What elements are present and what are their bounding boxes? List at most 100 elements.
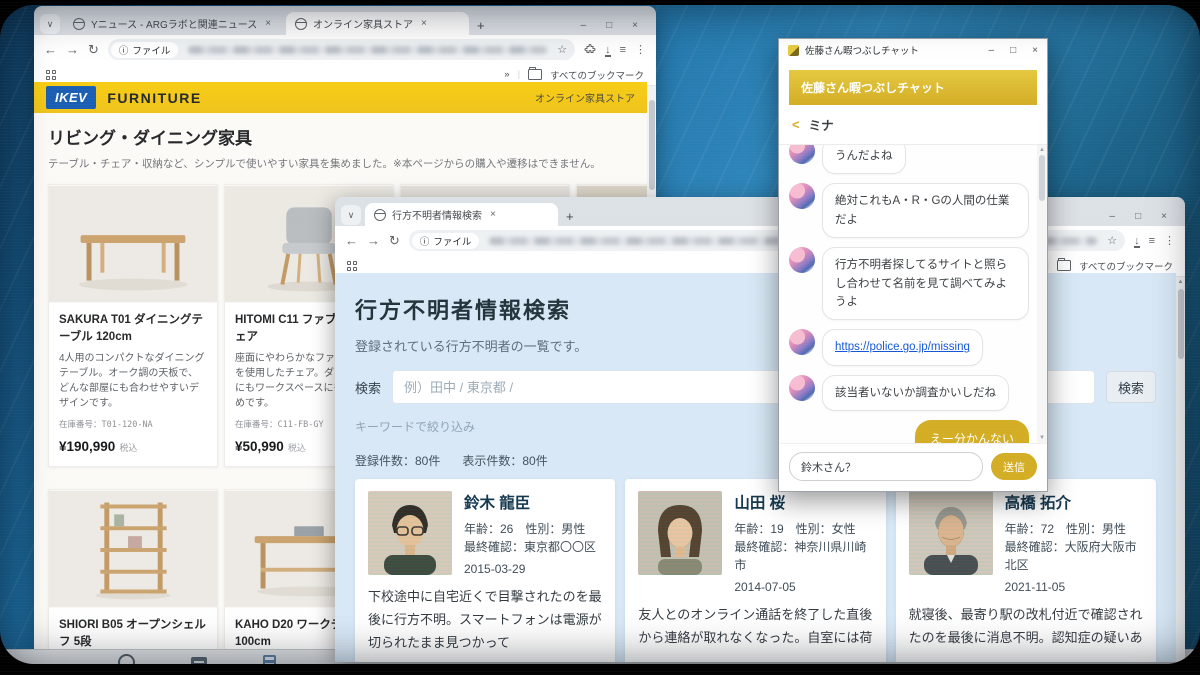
forward-icon[interactable]: → <box>66 42 79 57</box>
close-button[interactable]: × <box>1032 45 1038 56</box>
globe-favicon-icon <box>73 18 85 30</box>
page-title: リビング・ダイニング家具 <box>48 124 633 149</box>
reload-icon[interactable]: ↻ <box>389 233 400 249</box>
menu-icon[interactable]: ⋮ <box>635 43 646 56</box>
tab-close-icon[interactable]: × <box>488 209 496 220</box>
person-photo <box>368 491 452 575</box>
tab-news[interactable]: Yニュース - ARGラボと関連ニュース × <box>64 12 282 35</box>
product-sku: 在庫番号：T01-120-NA <box>59 418 207 430</box>
address-url-redacted <box>188 46 547 54</box>
globe-favicon-icon <box>374 209 386 221</box>
browser-toolbar: ← → ↻ ⓘ ファイル ☆ ↓ ≡ ⋮ <box>335 226 1185 255</box>
new-tab-button[interactable]: + <box>562 209 580 226</box>
scroll-up-icon[interactable]: ▲ <box>1037 147 1047 153</box>
site-header-link[interactable]: オンライン家具ストア <box>535 90 635 105</box>
person-card[interactable]: 鈴木 龍臣 年齢：26 性別：男性 最終確認：東京都〇〇区 2015-03-29… <box>355 479 615 662</box>
media-controls-icon[interactable]: ≡ <box>1149 235 1155 247</box>
chat-link[interactable]: https://police.go.jp/missing <box>835 341 970 353</box>
chat-window-title: 佐藤さん暇つぶしチャット <box>805 43 919 57</box>
maximize-button[interactable]: □ <box>606 20 612 31</box>
back-icon[interactable]: ← <box>44 42 57 57</box>
reload-icon[interactable]: ↻ <box>88 42 99 58</box>
bookmark-star-icon[interactable]: ☆ <box>1107 234 1117 247</box>
chat-app-icon <box>788 45 799 56</box>
chat-window: 佐藤さん暇つぶしチャット – □ × 佐藤さん暇つぶしチャット < ミナ うんだ… <box>778 38 1048 492</box>
scrollbar-thumb[interactable] <box>1039 155 1045 201</box>
close-button[interactable]: × <box>632 20 638 31</box>
forward-icon[interactable]: → <box>367 233 380 248</box>
tab-close-icon[interactable]: × <box>263 18 271 29</box>
chat-message-input[interactable] <box>789 452 983 481</box>
scroll-down-icon[interactable]: ▼ <box>1037 435 1047 441</box>
send-button[interactable]: 送信 <box>991 453 1037 480</box>
scrollbar[interactable]: ▲ <box>1176 277 1185 662</box>
taskbar-search-icon[interactable] <box>118 654 135 671</box>
person-age-sex: 年齢：26 性別：男性 <box>464 520 596 538</box>
tab-close-icon[interactable]: × <box>419 18 427 29</box>
bookmark-star-icon[interactable]: ☆ <box>557 43 567 56</box>
all-bookmarks-label[interactable]: すべてのブックマーク <box>550 68 644 82</box>
scroll-up-icon[interactable]: ▲ <box>1176 279 1185 285</box>
media-controls-icon[interactable]: ≡ <box>620 44 626 56</box>
message-bubble: えー分かんない <box>915 420 1029 443</box>
chat-message: https://police.go.jp/missing <box>789 329 1029 365</box>
tab-strip: ∨ Yニュース - ARGラボと関連ニュース × オンライン家具ストア × + … <box>34 6 656 35</box>
product-card[interactable]: SHIORI B05 オープンシェルフ 5段 本や雑貨を飾れるオープンタイプの収… <box>48 489 218 652</box>
message-bubble: 行方不明者探してるサイトと照らし合わせて名前を見て調べてみようよ <box>822 247 1029 320</box>
tab-search-chevron-icon[interactable]: ∨ <box>40 14 60 34</box>
person-card[interactable]: 山田 桜 年齢：19 性別：女性 最終確認：神奈川県川崎市 2014-07-05… <box>625 479 885 662</box>
file-scheme-chip: ⓘ ファイル <box>111 42 179 58</box>
person-description: 下校途中に自宅近くで目撃されたのを最後に行方不明。スマートフォンは電源が切られた… <box>368 586 602 654</box>
product-desc: 4人用のコンパクトなダイニングテーブル。オーク調の天板で、どんな部屋にも合わせや… <box>59 351 207 411</box>
scrollbar-thumb[interactable] <box>1178 289 1184 359</box>
extensions-icon[interactable] <box>584 44 596 56</box>
taskbar-calculator-icon[interactable] <box>263 655 276 671</box>
all-bookmarks-label[interactable]: すべてのブックマーク <box>1079 259 1173 273</box>
contact-name: ミナ <box>809 115 834 134</box>
person-date: 2021-11-05 <box>1005 580 1143 594</box>
back-arrow-icon[interactable]: < <box>792 117 800 132</box>
scheme-label: ファイル <box>132 43 170 57</box>
chat-message: 絶対これもA・R・Gの人間の仕業だよ <box>789 183 1029 238</box>
person-age-sex: 年齢：19 性別：女性 <box>734 520 872 538</box>
minimize-button[interactable]: – <box>581 20 587 31</box>
apps-grid-icon[interactable] <box>46 70 56 80</box>
tab-search-chevron-icon[interactable]: ∨ <box>341 205 361 225</box>
maximize-button[interactable]: □ <box>1135 211 1141 222</box>
product-image-dining-table <box>49 185 217 303</box>
person-photo <box>909 491 993 575</box>
address-bar[interactable]: ⓘ ファイル ☆ <box>108 39 575 60</box>
message-bubble: https://police.go.jp/missing <box>822 329 983 365</box>
product-price-note: 税込 <box>288 443 306 453</box>
minimize-button[interactable]: – <box>989 45 995 56</box>
info-icon: ⓘ <box>420 234 430 248</box>
taskbar-media-icon[interactable] <box>191 657 207 669</box>
shown-count: 表示件数：80件 <box>462 452 547 469</box>
search-button[interactable]: 検索 <box>1106 371 1156 403</box>
product-card[interactable]: SAKURA T01 ダイニングテーブル 120cm 4人用のコンパクトなダイニ… <box>48 184 218 467</box>
back-icon[interactable]: ← <box>345 233 358 248</box>
window-controls: – □ × <box>1110 211 1179 226</box>
page-intro: テーブル・チェア・収納など、シンプルで使いやすい家具を集めました。※本ページから… <box>48 156 633 171</box>
minimize-button[interactable]: – <box>1110 211 1116 222</box>
chat-message-own: えー分かんない <box>789 420 1029 443</box>
maximize-button[interactable]: □ <box>1010 45 1016 56</box>
new-tab-button[interactable]: + <box>473 18 491 35</box>
chat-contact-header: < ミナ <box>779 105 1047 145</box>
close-button[interactable]: × <box>1161 211 1167 222</box>
downloads-icon[interactable]: ↓ <box>605 44 611 56</box>
downloads-icon[interactable]: ↓ <box>1134 235 1140 247</box>
menu-icon[interactable]: ⋮ <box>1164 234 1175 247</box>
product-price: ¥50,990 <box>235 439 284 454</box>
person-card[interactable]: 高橋 拓介 年齢：72 性別：男性 最終確認：大阪府大阪市北区 2021-11-… <box>896 479 1156 662</box>
scrollbar[interactable]: ▲ ▼ <box>1037 145 1047 443</box>
apps-grid-icon[interactable] <box>347 261 357 271</box>
tab-missing-persons[interactable]: 行方不明者情報検索 × <box>365 203 558 226</box>
contact-avatar <box>789 247 815 273</box>
person-last-seen: 最終確認：神奈川県川崎市 <box>734 538 872 574</box>
bookmarks-overflow-icon[interactable]: » <box>504 69 509 80</box>
tab-furniture-store[interactable]: オンライン家具ストア × <box>286 12 469 35</box>
product-price-note: 税込 <box>119 443 137 453</box>
scrollbar-thumb[interactable] <box>649 100 655 190</box>
contact-avatar <box>789 329 815 355</box>
